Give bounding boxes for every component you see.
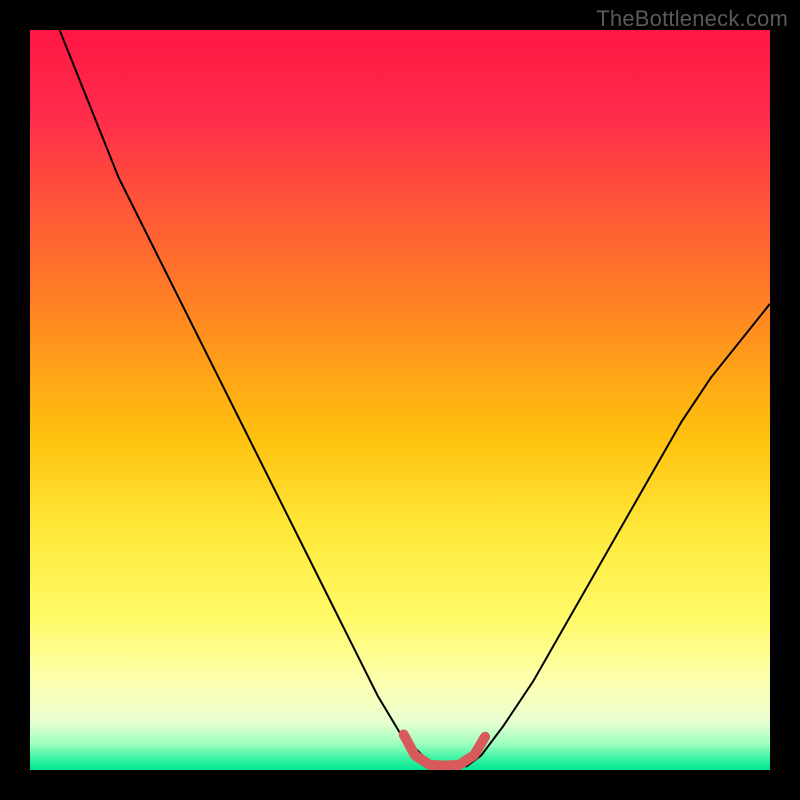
bottleneck-curve-chart — [30, 30, 770, 770]
gradient-background — [30, 30, 770, 770]
plot-area — [30, 30, 770, 770]
watermark-text: TheBottleneck.com — [596, 6, 788, 32]
chart-frame: TheBottleneck.com — [0, 0, 800, 800]
